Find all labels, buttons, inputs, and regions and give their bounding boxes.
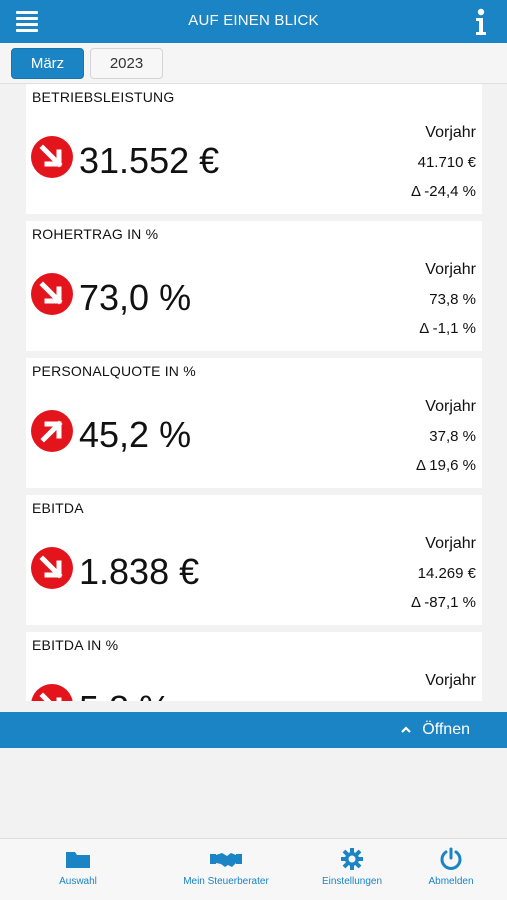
prev-year-value: 37,8 % — [429, 428, 476, 445]
prev-year-value: 14.269 € — [417, 565, 476, 582]
kpi-card-betriebsleistung[interactable]: BETRIEBSLEISTUNG 31.552 € Vorjahr 41.710… — [26, 84, 482, 214]
handshake-icon — [210, 853, 242, 867]
prev-year-label: Vorjahr — [425, 124, 476, 141]
trend-down-icon — [31, 547, 73, 589]
bottom-tab-bar: Auswahl Mein Steuerberater Einstellungen… — [0, 838, 507, 900]
trend-down-icon — [31, 273, 73, 315]
kpi-label: EBITDA IN % — [32, 637, 119, 653]
app-header: AUF EINEN BLICK — [0, 0, 507, 43]
tab-label: Einstellungen — [321, 876, 383, 887]
kpi-delta: Δ -1,1 % — [419, 320, 476, 337]
prev-year-value: 41.710 € — [417, 154, 476, 171]
page-title: AUF EINEN BLICK — [188, 12, 319, 29]
prev-year-label: Vorjahr — [425, 672, 476, 689]
kpi-list[interactable]: BETRIEBSLEISTUNG 31.552 € Vorjahr 41.710… — [26, 84, 482, 701]
folder-icon — [66, 852, 90, 868]
chevron-up-icon — [401, 726, 411, 733]
kpi-label: EBITDA — [32, 500, 84, 516]
kpi-card-rohertrag[interactable]: ROHERTRAG IN % 73,0 % Vorjahr 73,8 % Δ -… — [26, 221, 482, 351]
kpi-value: 31.552 € — [79, 140, 220, 181]
kpi-delta: Δ -24,4 % — [410, 183, 476, 200]
trend-down-icon — [31, 136, 73, 178]
tab-year[interactable]: 2023 — [90, 48, 163, 79]
kpi-card-ebitda-percent[interactable]: EBITDA IN % 5,8 % Vorjahr — [26, 632, 482, 701]
trend-up-icon — [31, 410, 73, 452]
kpi-label: PERSONALQUOTE IN % — [32, 363, 196, 379]
tab-abmelden[interactable]: Abmelden — [415, 839, 487, 900]
kpi-value: 73,0 % — [79, 277, 192, 318]
kpi-value: 1.838 € — [79, 551, 200, 592]
prev-year-label: Vorjahr — [425, 261, 476, 278]
kpi-value: 5,8 % — [79, 688, 171, 701]
trend-down-icon — [31, 684, 73, 701]
kpi-delta: Δ -87,1 % — [410, 594, 476, 611]
details-drawer-bar[interactable]: Öffnen — [0, 712, 507, 748]
tab-month[interactable]: März — [11, 48, 84, 79]
gear-icon — [341, 848, 363, 870]
kpi-delta: Δ 19,6 % — [415, 457, 476, 474]
tab-mein-steuerberater[interactable]: Mein Steuerberater — [172, 839, 280, 900]
tab-label: Mein Steuerberater — [183, 876, 269, 887]
info-icon[interactable] — [475, 8, 487, 36]
kpi-value: 45,2 % — [79, 414, 192, 455]
prev-year-label: Vorjahr — [425, 398, 476, 415]
kpi-label: BETRIEBSLEISTUNG — [32, 89, 175, 105]
kpi-card-personalquote[interactable]: PERSONALQUOTE IN % 45,2 % Vorjahr 37,8 %… — [26, 358, 482, 488]
period-selector: März 2023 — [0, 43, 507, 84]
prev-year-label: Vorjahr — [425, 535, 476, 552]
prev-year-value: 73,8 % — [429, 291, 476, 308]
power-icon — [440, 847, 462, 870]
tab-label: Auswahl — [59, 876, 97, 887]
open-button[interactable]: Öffnen — [422, 721, 470, 739]
tab-label: Abmelden — [428, 876, 474, 887]
tab-einstellungen[interactable]: Einstellungen — [312, 839, 392, 900]
tab-auswahl[interactable]: Auswahl — [38, 839, 118, 900]
kpi-card-ebitda[interactable]: EBITDA 1.838 € Vorjahr 14.269 € Δ -87,1 … — [26, 495, 482, 625]
kpi-label: ROHERTRAG IN % — [32, 226, 159, 242]
